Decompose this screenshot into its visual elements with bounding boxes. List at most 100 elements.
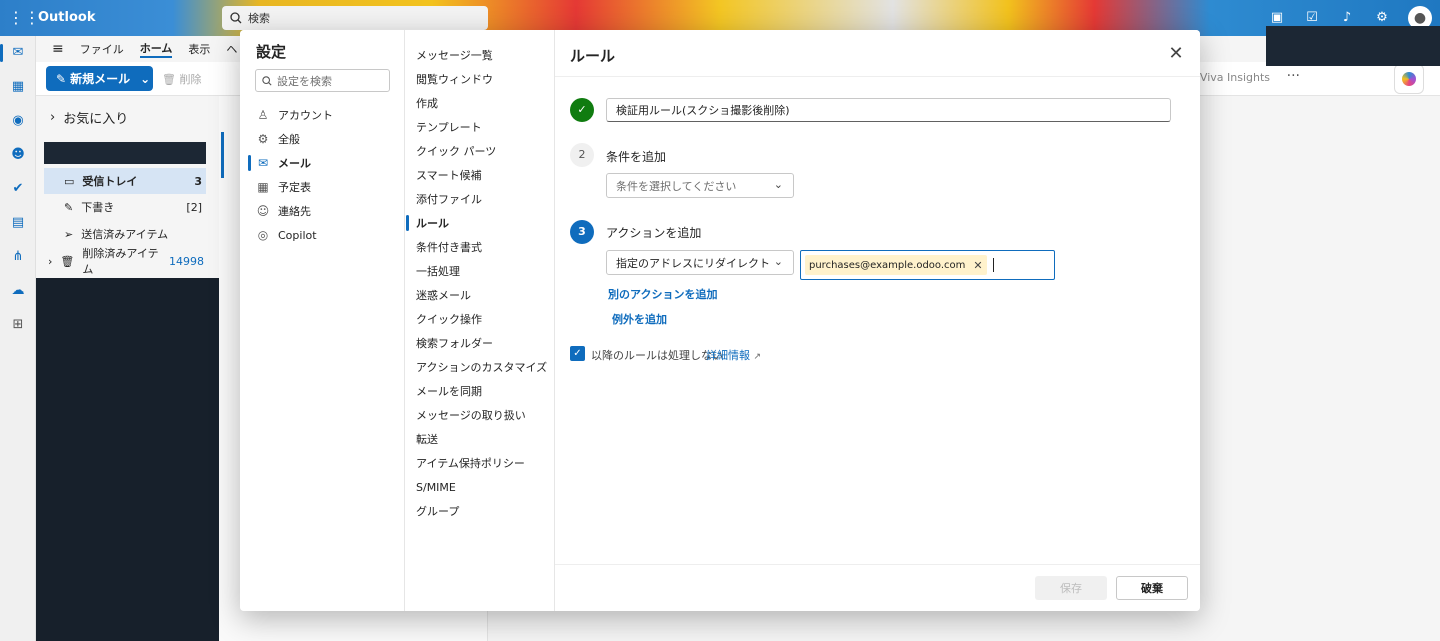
action-dropdown[interactable]: 指定のアドレスにリダイレクト ⌄	[606, 250, 794, 275]
notes-icon[interactable]: ▤	[9, 214, 27, 232]
search-icon	[262, 75, 272, 86]
redacted-account	[44, 142, 206, 164]
tab-home[interactable]: ホーム	[139, 40, 173, 58]
category-account[interactable]: ♙ アカウント	[256, 104, 396, 126]
add-exception-link[interactable]: 例外を追加	[612, 311, 667, 327]
sub-customize-actions[interactable]: アクションのカスタマイズ	[416, 357, 551, 377]
sub-search-folders[interactable]: 検索フォルダー	[416, 333, 551, 353]
tab-view[interactable]: 表示	[188, 41, 210, 57]
recipient-chip[interactable]: purchases@example.odoo.com ✕	[805, 255, 987, 275]
settings-title: 設定	[256, 43, 287, 61]
remove-recipient-icon[interactable]: ✕	[973, 259, 982, 272]
sub-retention[interactable]: アイテム保持ポリシー	[416, 453, 551, 473]
category-mail[interactable]: ✉ メール	[248, 152, 396, 174]
sub-message-list[interactable]: メッセージ一覧	[416, 45, 551, 65]
todo-icon[interactable]: ☑	[1303, 9, 1321, 27]
chevron-right-icon: ›	[48, 254, 53, 268]
favorites-header[interactable]: › お気に入り	[50, 108, 128, 127]
folder-deleted[interactable]: › 🗑 削除済みアイテム 14998	[36, 247, 208, 276]
viva-insights-button[interactable]: Viva Insights	[1200, 71, 1270, 84]
global-search-input[interactable]: 検索	[222, 6, 488, 30]
rule-editor: ルール ✕ ✓ 検証用ルール(スクショ撮影後削除) 2 条件を追加 条件を選択し…	[555, 30, 1200, 611]
copilot-button[interactable]	[1394, 64, 1424, 94]
app-title: Outlook	[38, 10, 96, 25]
text-caret	[992, 258, 994, 272]
app-rail: ✉ ▦ ◉ ☻ ✔ ▤ ⋔ ☁ ⊞	[0, 36, 36, 641]
copilot-icon: ◎	[257, 228, 269, 242]
sub-sweep[interactable]: 一括処理	[416, 261, 551, 281]
stop-processing-label: 以降のルールは処理しない	[591, 349, 723, 362]
folder-inbox[interactable]: ▭ 受信トレイ 3	[44, 168, 206, 194]
gear-icon: ⚙	[257, 132, 269, 146]
folder-drafts[interactable]: ✎ 下書き [2]	[44, 194, 206, 220]
chevron-down-icon[interactable]: ⌄	[140, 72, 150, 86]
save-button[interactable]: 保存	[1035, 576, 1107, 600]
sub-junk[interactable]: 迷惑メール	[416, 285, 551, 305]
more-options-button[interactable]: ···	[1287, 68, 1300, 84]
divider	[555, 564, 1200, 565]
calendar-icon: ▦	[257, 180, 269, 194]
more-info-link[interactable]: 詳細情報 ↗	[706, 347, 761, 363]
bell-icon[interactable]: ♪	[1338, 9, 1356, 27]
step-2-badge: 2	[570, 143, 594, 167]
onedrive-icon[interactable]: ☁	[9, 282, 27, 300]
redirect-recipient-input[interactable]: purchases@example.odoo.com ✕	[800, 250, 1055, 280]
apps-icon[interactable]: ⊞	[9, 316, 27, 334]
settings-search-input[interactable]: 設定を検索	[255, 69, 390, 92]
inbox-icon: ▭	[64, 174, 75, 188]
stop-processing-checkbox[interactable]: ✓	[570, 346, 585, 361]
sub-sync-email[interactable]: メールを同期	[416, 381, 551, 401]
sub-smart-suggestions[interactable]: スマート候補	[416, 165, 551, 185]
category-calendar[interactable]: ▦ 予定表	[256, 176, 396, 198]
rule-title: ルール	[570, 47, 616, 65]
sub-compose[interactable]: 作成	[416, 93, 551, 113]
chevron-right-icon: ›	[50, 110, 56, 125]
add-action-link[interactable]: 別のアクションを追加	[608, 286, 717, 302]
divider	[555, 76, 1200, 77]
new-mail-button[interactable]: ✎ 新規メール ⌄	[46, 66, 153, 91]
folder-sent[interactable]: ➢ 送信済みアイテム	[44, 221, 206, 247]
tab-file[interactable]: ファイル	[80, 41, 124, 57]
delete-button[interactable]: 🗑 削除	[162, 71, 201, 87]
calendar-icon[interactable]: ▦	[9, 78, 27, 96]
sub-templates[interactable]: テンプレート	[416, 117, 551, 137]
close-icon[interactable]: ✕	[1166, 44, 1186, 64]
gear-icon[interactable]: ⚙	[1373, 9, 1391, 27]
condition-dropdown[interactable]: 条件を選択してください ⌄	[606, 173, 794, 198]
sub-attachments[interactable]: 添付ファイル	[416, 189, 551, 209]
category-copilot[interactable]: ◎ Copilot	[256, 224, 396, 246]
copilot-rail-icon[interactable]: ◉	[9, 112, 27, 130]
search-icon	[230, 12, 242, 24]
people-icon[interactable]: ☻	[9, 146, 27, 164]
category-general[interactable]: ⚙ 全般	[256, 128, 396, 150]
sub-groups[interactable]: グループ	[416, 501, 551, 521]
trash-icon: 🗑	[60, 254, 75, 268]
step-3-badge: 3	[570, 220, 594, 244]
discard-button[interactable]: 破棄	[1116, 576, 1188, 600]
person-icon: ♙	[257, 108, 269, 122]
tab-help[interactable]: ヘ	[226, 41, 237, 57]
settings-dialog: 設定 設定を検索 ♙ アカウント ⚙ 全般 ✉ メール ▦ 予定表 ☺ 連絡先 ◎ Copi…	[240, 30, 1200, 611]
org-icon[interactable]: ⋔	[9, 248, 27, 266]
category-contacts[interactable]: ☺ 連絡先	[256, 200, 396, 222]
mail-subsections: メッセージ一覧 閲覧ウィンドウ 作成 テンプレート クイック パーツ スマート候…	[405, 30, 555, 611]
chevron-down-icon: ⌄	[773, 178, 783, 191]
teams-icon[interactable]: ▣	[1268, 9, 1286, 27]
people-icon: ☺	[256, 204, 270, 218]
todo-rail-icon[interactable]: ✔	[9, 180, 27, 198]
sub-reading-pane[interactable]: 閲覧ウィンドウ	[416, 69, 551, 89]
app-launcher-icon[interactable]: ⋮⋮	[8, 8, 40, 28]
mail-icon[interactable]: ✉	[0, 44, 27, 62]
rule-name-input[interactable]: 検証用ルール(スクショ撮影後削除)	[606, 98, 1171, 122]
sub-message-handling[interactable]: メッセージの取り扱い	[416, 405, 551, 425]
sub-conditional-format[interactable]: 条件付き書式	[416, 237, 551, 257]
mail-icon: ✉	[257, 156, 269, 170]
sub-quick-parts[interactable]: クイック パーツ	[416, 141, 551, 161]
sub-rules[interactable]: ルール	[406, 213, 551, 233]
sub-smime[interactable]: S/MIME	[416, 477, 551, 497]
pencil-icon: ✎	[64, 200, 74, 214]
sub-quick-steps[interactable]: クイック操作	[416, 309, 551, 329]
external-link-icon: ↗	[753, 352, 762, 362]
hamburger-icon[interactable]: ≡	[52, 41, 64, 57]
sub-forwarding[interactable]: 転送	[416, 429, 551, 449]
